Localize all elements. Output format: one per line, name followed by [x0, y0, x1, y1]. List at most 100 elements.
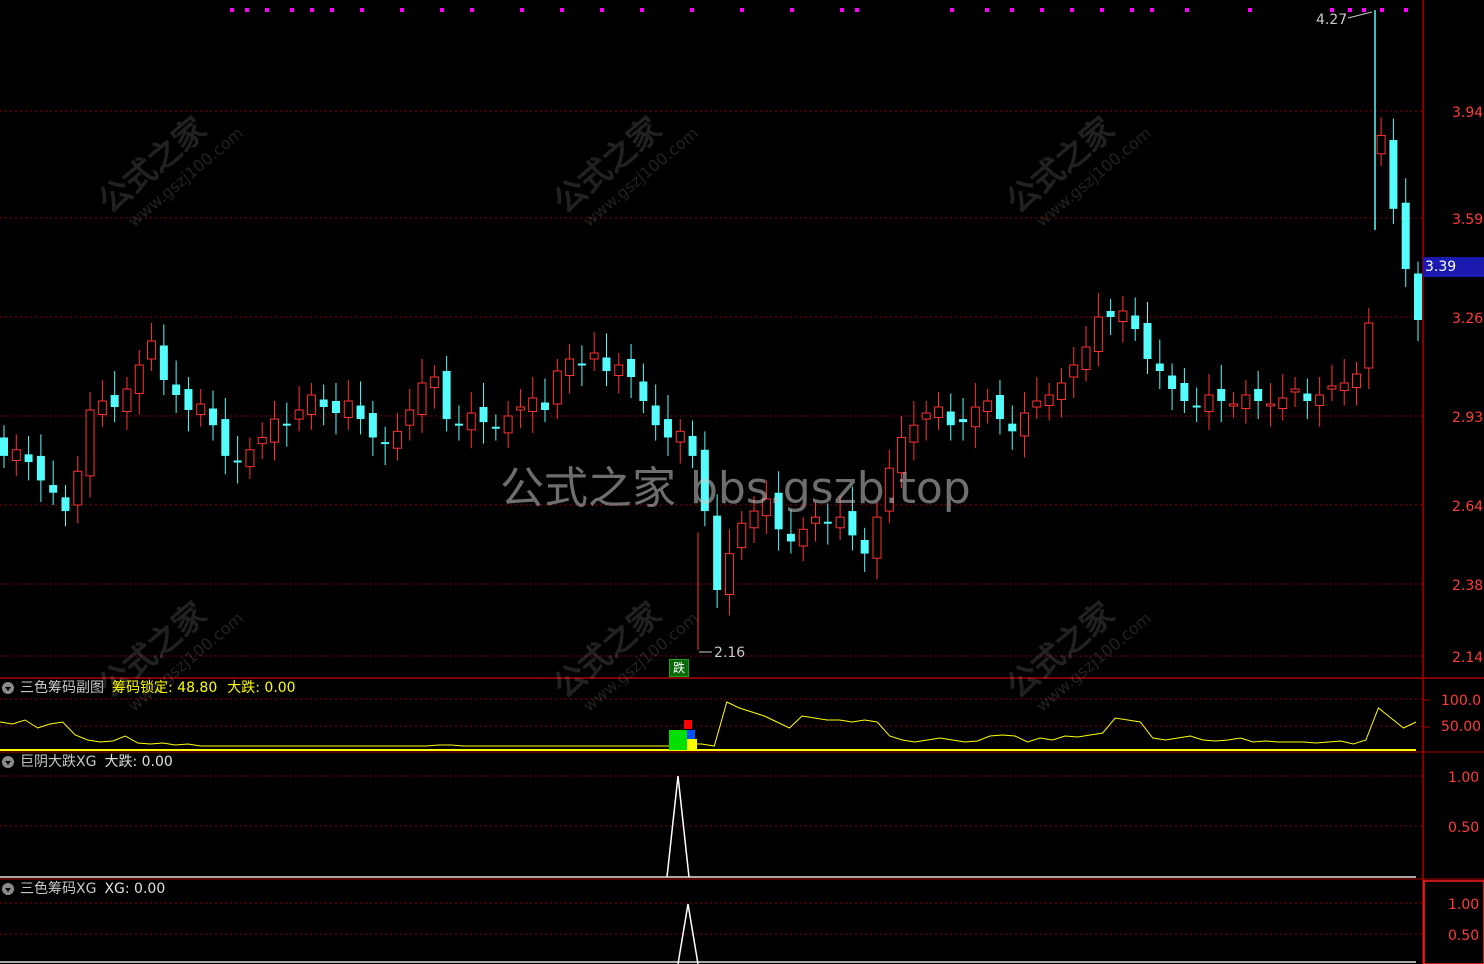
candle-body-down	[356, 405, 365, 420]
candle-body-up	[294, 409, 304, 420]
candle-body-down	[233, 460, 242, 463]
price-tick: 2.93	[1452, 410, 1483, 426]
candle-body-up	[134, 364, 144, 394]
signal-dot	[1380, 8, 1384, 12]
candle-body-down	[1414, 273, 1422, 320]
candle-body-up	[1265, 403, 1275, 407]
candle-body-up	[528, 397, 538, 412]
chip-block-yellow	[687, 739, 697, 750]
candle-body-up	[97, 400, 107, 415]
candle-body-up	[835, 516, 845, 529]
candle-body-up	[73, 470, 83, 506]
candle-body-down	[1389, 140, 1398, 209]
candle-body-up	[798, 528, 808, 547]
candle-body-up	[897, 436, 907, 474]
signal-tag-die[interactable]: 跌	[669, 659, 689, 677]
candle-body-up	[589, 352, 599, 360]
high-price-label: 4.27	[1316, 12, 1347, 28]
candle-body-down	[491, 426, 500, 429]
signal-dot	[1185, 8, 1189, 12]
signal-dot	[400, 8, 404, 12]
candle-body-down	[1106, 311, 1115, 317]
candle-body-down	[577, 363, 586, 366]
axis-labels: 3.94 3.59 3.26 2.93 2.64 2.38 2.14 100.0…	[714, 12, 1483, 944]
candle-body-up	[1204, 394, 1214, 412]
signal-dot	[440, 8, 444, 12]
signal-dot	[1362, 8, 1366, 12]
panel3-plot	[0, 903, 1416, 964]
candle-body-down	[823, 521, 832, 524]
candle-body-down	[319, 399, 328, 407]
candle-body-up	[983, 400, 993, 412]
price-tick: 3.26	[1452, 311, 1483, 327]
panel2-tick: 0.50	[1448, 820, 1479, 836]
candle-body-up	[761, 498, 771, 517]
grid-lines	[0, 110, 1422, 935]
candle-body-down	[713, 515, 722, 590]
signal-dot	[740, 8, 744, 12]
candle-body-down	[61, 497, 70, 512]
signal-dot	[950, 8, 954, 12]
candle-body-down	[995, 395, 1004, 420]
candle-body-up	[1315, 394, 1325, 406]
candle-body-down	[663, 419, 672, 438]
signal-dot	[470, 8, 474, 12]
candle-body-up	[933, 406, 943, 419]
candle-body-down	[1254, 389, 1263, 401]
panel1-lock-value: 筹码锁定: 48.80	[112, 680, 218, 696]
candle-body-down	[848, 511, 857, 536]
candle-body-up	[1290, 388, 1300, 393]
candle-body-down	[1143, 323, 1152, 359]
candle-body-down	[1217, 389, 1226, 401]
candle-body-up	[552, 370, 562, 405]
candle-body-down	[479, 407, 488, 423]
signal-dot	[360, 8, 364, 12]
candle-body-up	[1327, 385, 1337, 390]
signal-dot	[520, 8, 524, 12]
candle-body-up	[257, 436, 267, 445]
signal-dot	[560, 8, 564, 12]
candle-body-down	[209, 408, 218, 426]
candlesticks[interactable]	[0, 10, 1422, 653]
stock-chart[interactable]: 3.94 3.59 3.26 2.93 2.64 2.38 2.14 100.0…	[0, 0, 1484, 964]
panel2-name[interactable]: 巨阴大跌XG	[20, 753, 96, 771]
candle-body-up	[1118, 310, 1128, 322]
candle-body-up	[737, 522, 747, 549]
signal-dot	[1404, 8, 1408, 12]
signal-dot	[1150, 8, 1154, 12]
panel1-die-value: 大跌: 0.00	[227, 680, 296, 696]
candle-body-down	[688, 435, 697, 456]
candle-body-down	[786, 533, 795, 542]
candle-body-up	[503, 415, 513, 434]
panel1-header: 三色筹码副图 筹码锁定: 48.80 大跌: 0.00	[0, 679, 306, 697]
signal-dot	[1248, 8, 1252, 12]
candle-body-down	[1192, 405, 1201, 408]
signal-dot	[290, 8, 294, 12]
panel1-name[interactable]: 三色筹码副图	[20, 679, 104, 697]
candle-body-up	[1069, 364, 1079, 378]
candle-body-down	[1303, 393, 1312, 401]
candle-body-up	[270, 418, 280, 443]
candle-body-down	[282, 423, 291, 426]
collapse-toggle-icon[interactable]	[2, 883, 14, 895]
signal-dot	[1100, 8, 1104, 12]
panel3-name[interactable]: 三色筹码XG	[20, 880, 96, 898]
signal-dot	[265, 8, 269, 12]
candle-body-up	[614, 364, 624, 376]
signal-dot	[1348, 8, 1352, 12]
candle-body-up	[515, 406, 525, 411]
candle-body-up	[11, 449, 21, 461]
candle-body-down	[49, 485, 58, 493]
panel3-xg-value: XG: 0.00	[104, 881, 166, 897]
collapse-toggle-icon[interactable]	[2, 756, 14, 768]
candle-body-down	[541, 402, 550, 410]
candle-body-up	[811, 516, 821, 524]
candle-body-up	[1044, 394, 1054, 406]
candle-body-up	[675, 430, 685, 443]
candle-body-down	[1401, 202, 1410, 269]
candle-body-down	[0, 437, 8, 456]
collapse-toggle-icon[interactable]	[2, 682, 14, 694]
candle-body-up	[85, 409, 95, 477]
candle-body-up	[1364, 322, 1374, 369]
signal-dot	[245, 8, 249, 12]
